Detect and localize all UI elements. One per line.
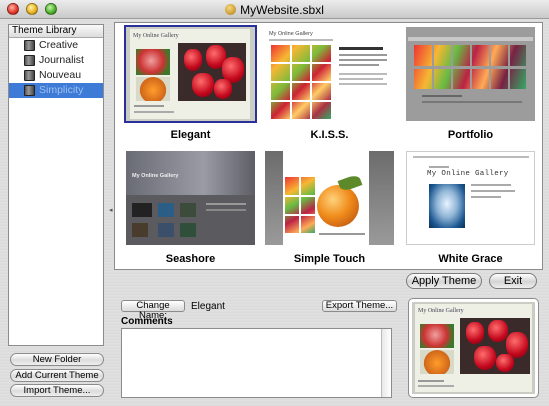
theme-label: White Grace: [438, 253, 503, 265]
window-title: MyWebsite.sbxl: [0, 3, 549, 17]
comments-textarea[interactable]: [121, 328, 392, 398]
theme-label: Seashore: [165, 253, 216, 265]
theme-label: Portfolio: [447, 129, 494, 141]
document-icon: [225, 4, 237, 15]
title-bar: MyWebsite.sbxl: [0, 0, 549, 19]
seashore-thumbnail[interactable]: My Online Gallery: [126, 151, 255, 245]
theme-library-list[interactable]: Theme Library Creative Journalist Nouvea…: [8, 24, 104, 346]
sidebar-item-simplicity[interactable]: Simplicity: [9, 83, 103, 98]
theme-label: Simple Touch: [293, 253, 366, 265]
apply-theme-button[interactable]: Apply Theme: [406, 273, 482, 289]
book-icon: [24, 85, 35, 96]
new-folder-button[interactable]: New Folder: [10, 353, 104, 366]
sidebar-item-creative[interactable]: Creative: [9, 38, 103, 53]
book-icon: [24, 40, 35, 51]
sidebar-item-nouveau-noir[interactable]: Nouveau Noir: [9, 68, 103, 96]
import-theme-button[interactable]: Import Theme...: [10, 384, 104, 397]
comments-label: Comments: [121, 316, 173, 327]
elegant-thumbnail[interactable]: My Online Gallery: [124, 25, 257, 123]
book-icon: [24, 70, 35, 81]
comments-scrollbar[interactable]: [381, 329, 391, 397]
book-icon: [24, 55, 35, 66]
export-theme-button[interactable]: Export Theme...: [322, 300, 397, 312]
theme-preview: My Online Gallery: [408, 298, 539, 398]
exit-button[interactable]: Exit: [489, 273, 537, 289]
theme-label: K.I.S.S.: [310, 129, 349, 141]
theme-library-header[interactable]: Theme Library: [9, 25, 103, 38]
sidebar-item-journalist[interactable]: Journalist: [9, 53, 103, 68]
kiss-thumbnail[interactable]: My Online Gallery: [265, 27, 394, 121]
theme-details-panel: Change Name: Elegant Export Theme... Com…: [114, 294, 399, 400]
white-grace-thumbnail[interactable]: My Online Gallery: [406, 151, 535, 245]
change-name-button[interactable]: Change Name:: [121, 300, 185, 321]
portfolio-thumbnail[interactable]: [406, 27, 535, 121]
theme-name-value: Elegant: [191, 301, 225, 312]
split-view-handle[interactable]: ◂: [109, 207, 113, 214]
simple-touch-thumbnail[interactable]: [265, 151, 394, 245]
theme-gallery: My Online Gallery Elegant My Online Gall…: [114, 22, 543, 270]
theme-label: Elegant: [170, 129, 211, 141]
add-current-theme-button[interactable]: Add Current Theme: [10, 369, 104, 382]
